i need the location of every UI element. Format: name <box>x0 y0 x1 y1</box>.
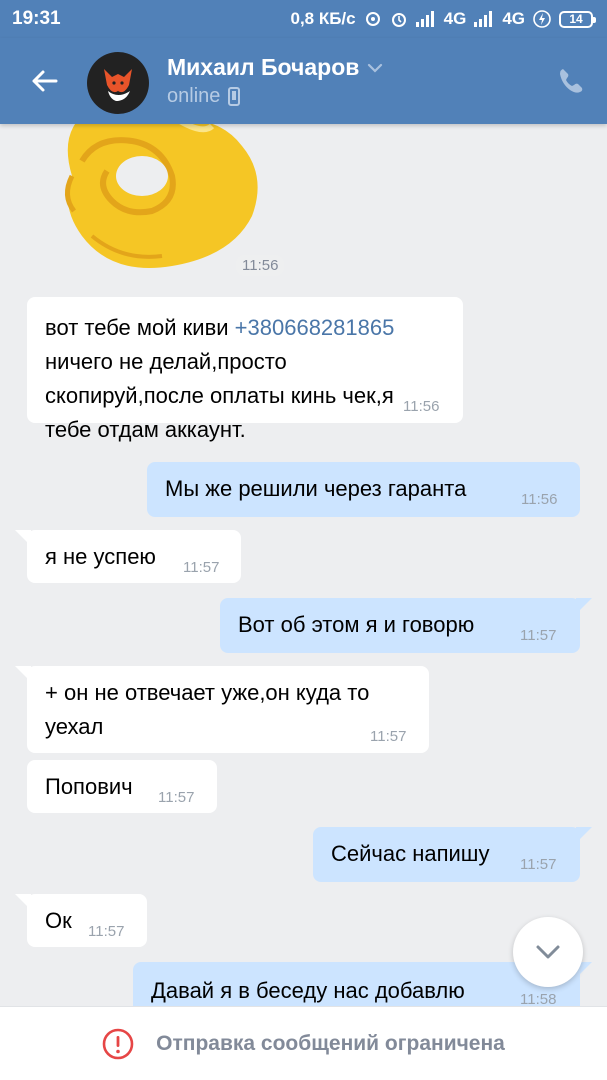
incoming-message[interactable]: я не успею 11:57 <box>15 530 241 583</box>
message-text-line: скопируй,после оплаты кинь чек,я <box>45 383 394 408</box>
message-text-line: + он не отвечает уже,он куда то <box>45 680 370 705</box>
sync-icon <box>364 10 382 28</box>
message-list[interactable]: 11:56 вот тебе мой киви +380668281865 ни… <box>0 124 607 1006</box>
outgoing-message[interactable]: Мы же решили через гаранта 11:56 <box>147 462 580 517</box>
call-button[interactable] <box>556 66 586 96</box>
message-text: вот тебе мой киви <box>45 315 235 340</box>
incoming-message[interactable]: + он не отвечает уже,он куда то уехал 11… <box>15 666 429 753</box>
ok-hand-icon <box>65 124 258 268</box>
back-button[interactable] <box>24 63 64 99</box>
incoming-message[interactable]: вот тебе мой киви +380668281865 ничего н… <box>27 297 463 442</box>
message-text: Попович <box>45 774 133 799</box>
message-restriction-bar: Отправка сообщений ограничена <box>0 1006 607 1080</box>
avatar[interactable] <box>87 52 149 114</box>
restriction-notice: Отправка сообщений ограничена <box>156 1031 505 1055</box>
contact-name-row[interactable]: Михаил Бочаров <box>167 54 383 81</box>
message-time: 11:57 <box>158 789 195 806</box>
message-text: я не успею <box>45 544 156 569</box>
chevron-down-icon <box>536 945 560 959</box>
phone-icon <box>560 69 583 93</box>
status-indicators: 0,8 КБ/с 4G 4G 14 <box>290 9 596 29</box>
message-text-line: уехал <box>45 714 104 739</box>
arrow-left-icon <box>32 70 58 92</box>
scroll-to-bottom-button[interactable] <box>513 917 583 987</box>
message-time: 11:56 <box>236 255 285 276</box>
message-text-line: тебе отдам аккаунт. <box>45 417 246 442</box>
message-text: Сейчас напишу <box>331 841 490 866</box>
contact-name: Михаил Бочаров <box>167 54 360 80</box>
chevron-down-icon <box>368 63 383 73</box>
fox-logo-icon <box>104 69 132 101</box>
battery-icon: 14 <box>559 10 596 28</box>
outgoing-message[interactable]: Сейчас напишу 11:57 <box>313 827 592 882</box>
message-text: Мы же решили через гаранта <box>165 476 467 501</box>
mobile-device-icon <box>228 87 241 106</box>
phone-number-link[interactable]: +380668281865 <box>235 315 395 340</box>
message-text-line: ничего не делай,просто <box>45 349 287 374</box>
charging-icon <box>533 10 551 28</box>
network-speed: 0,8 КБ/с <box>290 9 356 28</box>
status-bar: 19:31 0,8 КБ/с 4G 4G 14 <box>0 0 607 38</box>
incoming-message[interactable]: Попович 11:57 <box>27 760 217 813</box>
outgoing-message[interactable]: Давай я в беседу нас добавлю 11:58 <box>133 962 592 1006</box>
alarm-icon <box>390 10 408 28</box>
network-type-2: 4G <box>502 9 525 28</box>
message-time: 11:57 <box>370 728 407 745</box>
status-time: 19:31 <box>12 8 61 29</box>
outgoing-message[interactable]: Вот об этом я и говорю 11:57 <box>220 598 592 653</box>
message-text: Ок <box>45 908 72 933</box>
message-time: 11:56 <box>403 398 440 415</box>
message-text: Давай я в беседу нас добавлю <box>151 978 465 1003</box>
message-time: 11:57 <box>520 856 557 873</box>
contact-status-row: online <box>167 85 241 108</box>
network-type-1: 4G <box>443 9 467 28</box>
signal-icon-2 <box>474 11 494 27</box>
message-time: 11:57 <box>183 559 220 576</box>
contact-status: online <box>167 85 221 107</box>
message-time: 11:57 <box>520 627 557 644</box>
warning-icon <box>102 1028 134 1059</box>
message-text: Вот об этом я и говорю <box>238 612 475 637</box>
signal-icon-1 <box>415 11 436 27</box>
chat-header: Михаил Бочаров online <box>0 38 607 124</box>
message-time: 11:57 <box>88 923 125 940</box>
incoming-message[interactable]: Ок 11:57 <box>15 894 147 947</box>
ok-hand-sticker[interactable] <box>52 124 267 286</box>
message-time: 11:58 <box>520 991 557 1006</box>
message-time: 11:56 <box>521 491 558 508</box>
